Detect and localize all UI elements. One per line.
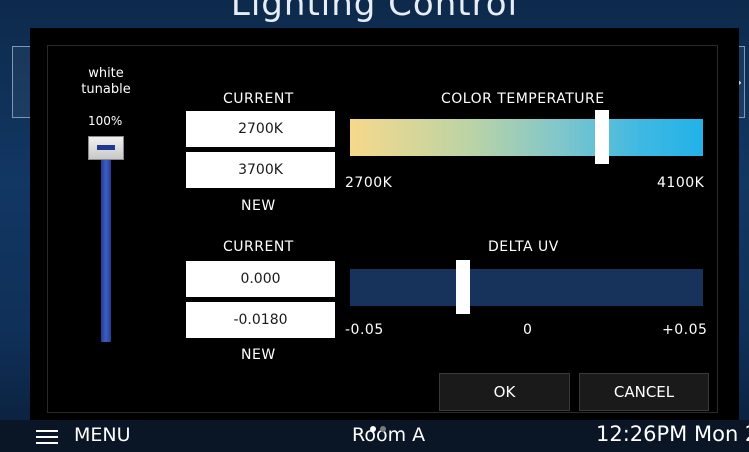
delta-uv-slider[interactable] — [350, 269, 703, 306]
ct-current-label: CURRENT — [223, 91, 294, 107]
page-dot[interactable] — [370, 426, 376, 432]
clock-label: 12:26PM Mon 29 — [596, 422, 749, 446]
white-tunable-percent: 100% — [88, 114, 123, 128]
duv-min-label: -0.05 — [345, 322, 384, 338]
white-tunable-slider-handle[interactable] — [88, 136, 124, 160]
duv-title: DELTA UV — [488, 239, 559, 255]
app-title: Lighting Control — [230, 0, 519, 24]
hamburger-menu-icon[interactable] — [36, 430, 58, 444]
ok-button[interactable]: OK — [439, 373, 570, 411]
duv-mid-label: 0 — [523, 322, 533, 338]
ct-current-value: 2700K — [186, 111, 335, 147]
ct-title: COLOR TEMPERATURE — [441, 91, 605, 107]
dialog-frame — [47, 45, 718, 413]
duv-max-label: +0.05 — [662, 322, 708, 338]
menu-label[interactable]: MENU — [74, 424, 131, 446]
color-temperature-handle[interactable] — [595, 110, 610, 164]
white-tunable-title: white tunable — [81, 66, 131, 97]
ct-min-label: 2700K — [345, 175, 393, 191]
duv-new-value: -0.0180 — [186, 302, 335, 338]
duv-current-value: 0.000 — [186, 261, 335, 297]
page-dot[interactable] — [380, 426, 386, 432]
ct-new-label: NEW — [241, 198, 276, 214]
ct-max-label: 4100K — [657, 175, 705, 191]
white-tunable-slider-track[interactable] — [101, 142, 111, 342]
duv-new-label: NEW — [241, 347, 276, 363]
slider-grip-icon — [97, 145, 115, 150]
ct-new-value: 3700K — [186, 152, 335, 188]
duv-current-label: CURRENT — [223, 239, 294, 255]
cancel-button[interactable]: CANCEL — [579, 373, 709, 411]
delta-uv-handle[interactable] — [455, 260, 470, 314]
color-temperature-slider[interactable] — [350, 119, 703, 156]
